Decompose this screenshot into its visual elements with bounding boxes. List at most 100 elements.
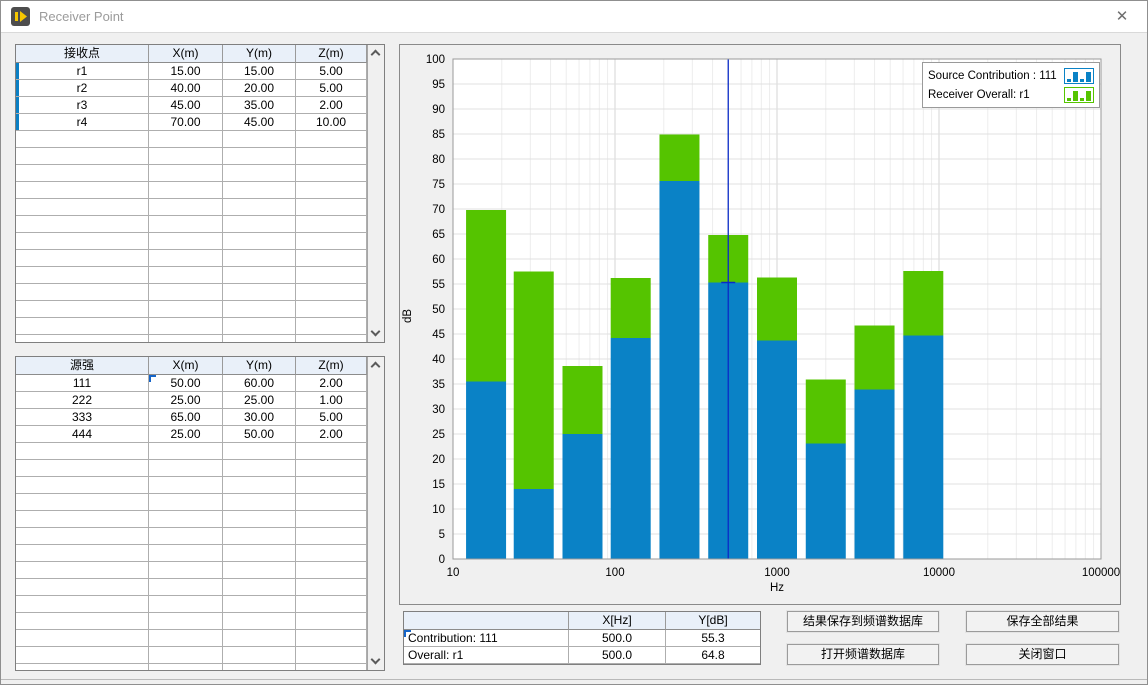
- table-cell[interactable]: [16, 579, 149, 596]
- table-cell[interactable]: [149, 460, 223, 477]
- save-all-results-button[interactable]: 保存全部结果: [966, 611, 1119, 632]
- table-cell[interactable]: [16, 562, 149, 579]
- table-cell[interactable]: [296, 301, 367, 318]
- table-cell[interactable]: [223, 647, 296, 664]
- table-cell[interactable]: 60.00: [223, 375, 296, 392]
- table-cell[interactable]: [296, 528, 367, 545]
- table-cell[interactable]: [296, 494, 367, 511]
- table-cell[interactable]: [296, 165, 367, 182]
- contribution-bar-segment[interactable]: [466, 382, 506, 560]
- table-cell[interactable]: [223, 267, 296, 284]
- close-icon[interactable]: ✕: [1113, 8, 1131, 26]
- table-cell[interactable]: 333: [16, 409, 149, 426]
- overall-bar-segment[interactable]: [903, 271, 943, 336]
- table-cell[interactable]: [223, 630, 296, 647]
- overall-bar-segment[interactable]: [855, 326, 895, 390]
- table-cell[interactable]: 25.00: [149, 392, 223, 409]
- table-cell[interactable]: 64.8: [666, 647, 761, 664]
- spectrum-chart[interactable]: 0510152025303540455055606570758085909510…: [400, 45, 1120, 604]
- table-cell[interactable]: [223, 148, 296, 165]
- table-cell[interactable]: [16, 335, 149, 343]
- table-cell[interactable]: [223, 301, 296, 318]
- contribution-bar-segment[interactable]: [611, 338, 651, 559]
- table-cell[interactable]: [149, 630, 223, 647]
- table-cell[interactable]: r4: [16, 114, 149, 131]
- table-cell[interactable]: [223, 596, 296, 613]
- table-cell[interactable]: [16, 443, 149, 460]
- table-cell[interactable]: [223, 477, 296, 494]
- table-cell[interactable]: [149, 596, 223, 613]
- scroll-up-icon[interactable]: [368, 357, 384, 374]
- close-window-button[interactable]: 关闭窗口: [966, 644, 1119, 665]
- table-cell[interactable]: [223, 233, 296, 250]
- table-cell[interactable]: [149, 335, 223, 343]
- table-cell[interactable]: [149, 494, 223, 511]
- table-cell[interactable]: [296, 613, 367, 630]
- table-cell[interactable]: [223, 545, 296, 562]
- table-cell[interactable]: [149, 216, 223, 233]
- table-cell[interactable]: 500.0: [569, 630, 666, 647]
- table-cell[interactable]: [149, 301, 223, 318]
- table-cell[interactable]: 2.00: [296, 97, 367, 114]
- table-cell[interactable]: [149, 284, 223, 301]
- table-cell[interactable]: [149, 545, 223, 562]
- table-cell[interactable]: [296, 131, 367, 148]
- table-cell[interactable]: [296, 335, 367, 343]
- contribution-bar-segment[interactable]: [757, 341, 797, 560]
- table-cell[interactable]: [223, 511, 296, 528]
- overall-bar-segment[interactable]: [562, 366, 602, 434]
- scroll-down-icon[interactable]: [368, 653, 384, 670]
- contribution-bar-segment[interactable]: [903, 336, 943, 560]
- table-cell[interactable]: 55.3: [666, 630, 761, 647]
- table-cell[interactable]: 1.00: [296, 392, 367, 409]
- contribution-bar-segment[interactable]: [855, 390, 895, 560]
- table-cell[interactable]: [296, 562, 367, 579]
- table-cell[interactable]: [149, 182, 223, 199]
- table-cell[interactable]: [16, 267, 149, 284]
- table-cell[interactable]: 10.00: [296, 114, 367, 131]
- open-spectrum-db-button[interactable]: 打开频谱数据库: [787, 644, 939, 665]
- table-cell[interactable]: [16, 284, 149, 301]
- table-cell[interactable]: [296, 250, 367, 267]
- overall-bar-segment[interactable]: [806, 380, 846, 444]
- table-cell[interactable]: 111: [16, 375, 149, 392]
- table-cell[interactable]: [223, 562, 296, 579]
- table-cell[interactable]: [223, 443, 296, 460]
- overall-bar-segment[interactable]: [466, 210, 506, 382]
- contribution-bar-segment[interactable]: [562, 434, 602, 559]
- contribution-bar-segment[interactable]: [806, 444, 846, 560]
- table-cell[interactable]: [149, 250, 223, 267]
- table-cell[interactable]: [16, 318, 149, 335]
- table-cell[interactable]: [16, 199, 149, 216]
- table-cell[interactable]: [149, 613, 223, 630]
- table-cell[interactable]: 444: [16, 426, 149, 443]
- table-cell[interactable]: [223, 613, 296, 630]
- table-cell[interactable]: Overall: r1: [404, 647, 569, 664]
- contribution-bar-segment[interactable]: [514, 489, 554, 559]
- table-cell[interactable]: [223, 284, 296, 301]
- table-cell[interactable]: [296, 233, 367, 250]
- table-cell[interactable]: [149, 562, 223, 579]
- table-cell[interactable]: 2.00: [296, 426, 367, 443]
- table-cell[interactable]: [16, 131, 149, 148]
- table-cell[interactable]: [296, 596, 367, 613]
- table-cell[interactable]: [16, 250, 149, 267]
- table-cell[interactable]: [296, 284, 367, 301]
- table-cell[interactable]: [223, 131, 296, 148]
- table-cell[interactable]: [296, 318, 367, 335]
- table-cell[interactable]: [223, 250, 296, 267]
- table-cell[interactable]: [16, 494, 149, 511]
- table-cell[interactable]: [149, 443, 223, 460]
- table-cell[interactable]: [223, 318, 296, 335]
- table-cell[interactable]: [16, 596, 149, 613]
- table-cell[interactable]: 500.0: [569, 647, 666, 664]
- table-cell[interactable]: [149, 511, 223, 528]
- table-cell[interactable]: [149, 233, 223, 250]
- table-cell[interactable]: [149, 165, 223, 182]
- table-cell[interactable]: [149, 647, 223, 664]
- receiver-table-scrollbar[interactable]: [367, 45, 384, 342]
- table-cell[interactable]: 50.00: [149, 375, 223, 392]
- table-cell[interactable]: 35.00: [223, 97, 296, 114]
- table-cell[interactable]: [16, 460, 149, 477]
- legend-item-overall[interactable]: Receiver Overall: r1: [928, 86, 1094, 104]
